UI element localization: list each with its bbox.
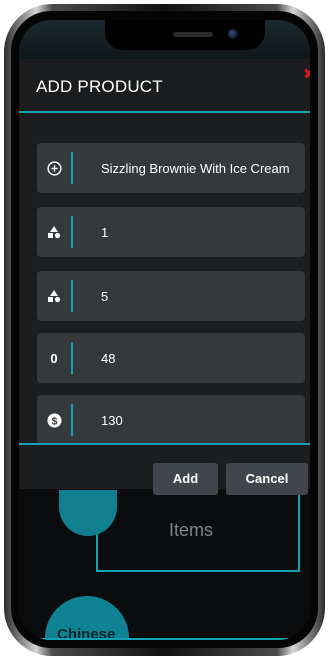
add-button[interactable]: Add (153, 463, 218, 495)
speaker-grille (173, 32, 213, 37)
sub-category-field (37, 271, 305, 321)
zero-icon: 0 (37, 333, 71, 383)
cancel-button[interactable]: Cancel (226, 463, 308, 495)
notch (105, 20, 265, 50)
close-icon[interactable]: ✖ (303, 67, 310, 82)
field-divider (71, 404, 73, 436)
field-divider (71, 216, 73, 248)
dialog-title: ADD PRODUCT (36, 77, 163, 96)
product-name-field (37, 143, 305, 193)
front-camera (228, 29, 238, 39)
dialog-header: ADD PRODUCT ✖ (19, 59, 310, 113)
product-name-input[interactable] (85, 143, 289, 193)
field-divider (71, 280, 73, 312)
shapes-icon (37, 207, 71, 257)
add-product-dialog: ADD PRODUCT ✖ Sizzling Brownie With Ice … (19, 59, 310, 495)
field-divider (71, 342, 73, 374)
plus-circle-icon (37, 143, 71, 193)
zero-icon-label: 0 (50, 350, 58, 366)
price-input[interactable] (85, 395, 289, 445)
category-id-field (37, 207, 305, 257)
phone-screen: Items Chinese ADD PRODUCT ✖ Sizzling Bro… (19, 20, 310, 640)
price-field: $ (37, 395, 305, 445)
bottom-divider (19, 638, 310, 640)
dialog-footer-divider (19, 443, 310, 445)
svg-text:$: $ (51, 416, 57, 427)
field-divider (71, 152, 73, 184)
shapes-icon (37, 271, 71, 321)
dollar-icon: $ (37, 395, 71, 445)
sub-category-input[interactable] (85, 271, 289, 321)
page: Items Chinese ADD PRODUCT ✖ Sizzling Bro… (0, 0, 329, 661)
category-id-input[interactable] (85, 207, 289, 257)
items-card-label: Items (169, 520, 214, 540)
code-input[interactable] (85, 333, 289, 383)
code-field: 0 (37, 333, 305, 383)
